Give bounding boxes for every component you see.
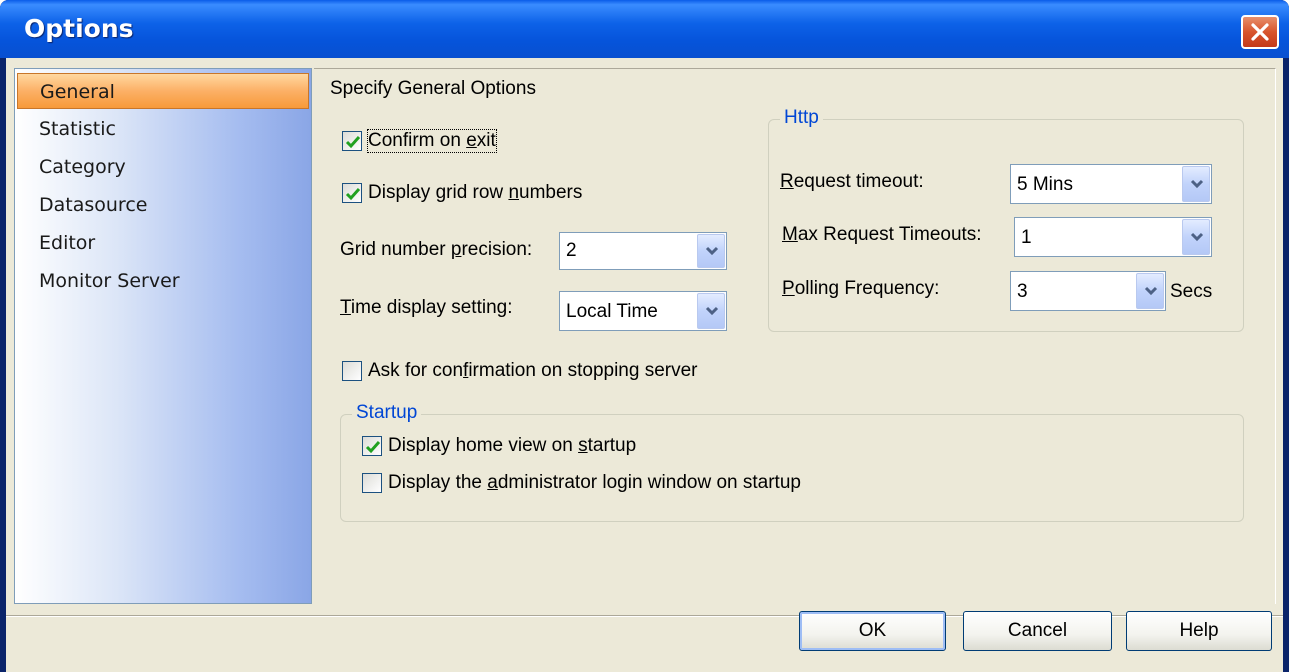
time-display-label: Time display setting: — [340, 297, 513, 318]
checkbox-label: Display grid row numbers — [368, 182, 583, 203]
checkbox-label: Display the administrator login window o… — [388, 472, 801, 493]
dropdown-button[interactable] — [1182, 166, 1210, 202]
ok-button[interactable]: OK — [799, 611, 946, 651]
checkbox-box[interactable] — [342, 361, 362, 381]
request-timeout-label: Request timeout: — [780, 171, 924, 192]
sidebar-item-editor[interactable]: Editor — [17, 225, 309, 261]
startup-group-title: Startup — [352, 402, 422, 424]
cancel-button[interactable]: Cancel — [963, 611, 1112, 651]
ask-confirm-stop-server-checkbox[interactable]: Ask for confirmation on stopping server — [342, 360, 698, 382]
checkmark-icon — [345, 136, 361, 149]
checkbox-label: Confirm on exit — [367, 129, 497, 153]
checkbox-box[interactable] — [362, 436, 382, 456]
startup-groupbox — [340, 414, 1244, 522]
dropdown-button[interactable] — [1182, 219, 1210, 255]
sidebar-item-label: Category — [39, 156, 126, 178]
chevron-down-icon — [705, 306, 719, 316]
window-title: Options — [24, 14, 134, 43]
confirm-on-exit-checkbox[interactable]: Confirm on exit — [342, 129, 497, 153]
display-home-view-checkbox[interactable]: Display home view on startup — [362, 435, 636, 457]
checkbox-box[interactable] — [362, 473, 382, 493]
checkmark-icon — [345, 188, 361, 201]
chevron-down-icon — [1190, 179, 1204, 189]
display-grid-row-numbers-checkbox[interactable]: Display grid row numbers — [342, 182, 582, 204]
polling-unit-label: Secs — [1170, 281, 1213, 302]
display-admin-login-checkbox[interactable]: Display the administrator login window o… — [362, 472, 801, 494]
sidebar-item-category[interactable]: Category — [17, 149, 309, 185]
dropdown-button[interactable] — [697, 293, 725, 329]
close-button[interactable] — [1241, 15, 1279, 49]
sidebar-item-monitor-server[interactable]: Monitor Server — [17, 263, 309, 299]
chevron-down-icon — [1190, 232, 1204, 242]
sidebar-item-label: Editor — [39, 232, 96, 254]
dropdown-button[interactable] — [1136, 273, 1164, 309]
select-value: Local Time — [566, 301, 658, 322]
sidebar-item-general[interactable]: General — [17, 73, 309, 109]
sidebar-item-label: Datasource — [39, 194, 148, 216]
close-icon — [1251, 23, 1269, 41]
polling-frequency-label: Polling Frequency: — [782, 278, 940, 299]
sidebar-item-datasource[interactable]: Datasource — [17, 187, 309, 223]
sidebar-item-label: Statistic — [39, 118, 116, 140]
sidebar-item-statistic[interactable]: Statistic — [17, 111, 309, 147]
select-value: 2 — [566, 240, 577, 261]
grid-precision-label: Grid number precision: — [340, 239, 533, 260]
general-options-panel: Specify General Options Confirm on exit … — [314, 68, 1276, 604]
options-dialog: Options General Statistic Category Datas… — [0, 0, 1289, 672]
title-bar[interactable]: Options — [0, 0, 1289, 58]
http-group-title: Http — [780, 107, 823, 129]
time-display-select[interactable]: Local Time — [559, 291, 727, 331]
select-value: 5 Mins — [1017, 174, 1073, 195]
select-value: 3 — [1017, 281, 1028, 302]
checkbox-box[interactable] — [342, 183, 362, 203]
max-request-timeouts-select[interactable]: 1 — [1014, 217, 1212, 257]
checkmark-icon — [365, 441, 381, 454]
sidebar-item-label: General — [40, 81, 115, 103]
checkbox-box[interactable] — [342, 131, 362, 151]
chevron-down-icon — [1144, 286, 1158, 296]
max-request-timeouts-label: Max Request Timeouts: — [782, 224, 982, 245]
panel-heading: Specify General Options — [330, 78, 536, 99]
grid-precision-select[interactable]: 2 — [559, 232, 727, 270]
select-value: 1 — [1021, 227, 1032, 248]
checkbox-label: Ask for confirmation on stopping server — [368, 360, 698, 381]
dialog-client-area: General Statistic Category Datasource Ed… — [6, 58, 1283, 672]
help-button[interactable]: Help — [1126, 611, 1272, 651]
chevron-down-icon — [705, 246, 719, 256]
dropdown-button[interactable] — [697, 234, 725, 268]
checkbox-label: Display home view on startup — [388, 435, 637, 456]
options-sidebar: General Statistic Category Datasource Ed… — [14, 68, 312, 604]
polling-frequency-select[interactable]: 3 — [1010, 271, 1166, 311]
request-timeout-select[interactable]: 5 Mins — [1010, 164, 1212, 204]
sidebar-item-label: Monitor Server — [39, 270, 180, 292]
